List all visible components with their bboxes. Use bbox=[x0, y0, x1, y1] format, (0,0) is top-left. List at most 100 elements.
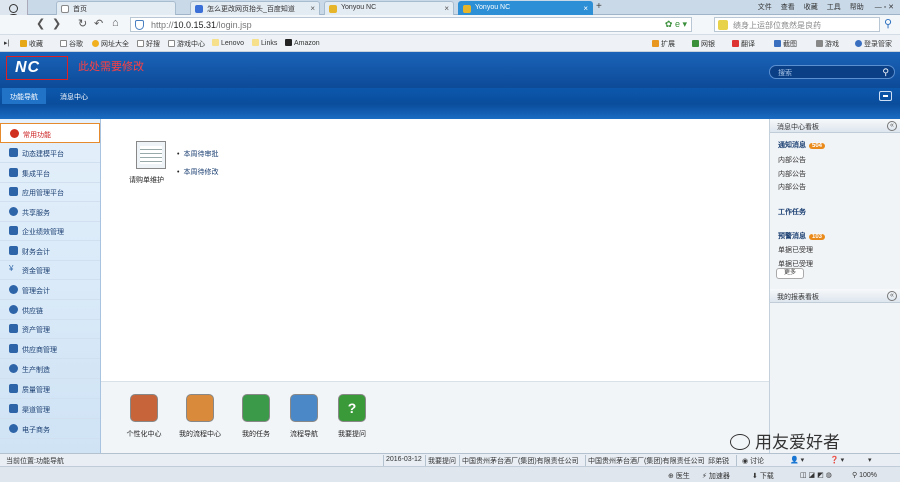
status-ask-link[interactable]: 我要提问 bbox=[428, 456, 456, 466]
bookmarks-bar: ▸| 收藏 谷歌 网址大全 好搜 游戏中心 Lenovo Links Amazo… bbox=[0, 35, 900, 52]
tile-caption[interactable]: 请购单维护 bbox=[129, 175, 164, 185]
sidebar-item-supplier-management[interactable]: 供应商管理 bbox=[0, 339, 100, 359]
window-icon bbox=[9, 187, 18, 196]
current-location: 当前位置:功能导航 bbox=[6, 458, 64, 465]
alert-messages-title[interactable]: 预警消息 103 bbox=[778, 231, 826, 241]
cycle-icon bbox=[9, 305, 18, 314]
accelerator-button[interactable]: ⚡ 加速器 bbox=[702, 471, 730, 481]
bookmark-favorites[interactable]: 收藏 bbox=[20, 39, 43, 49]
notice-item[interactable]: 内部公告 bbox=[778, 169, 806, 179]
nc-search-input[interactable]: 搜索 ⚲ bbox=[769, 65, 895, 79]
notice-messages-title[interactable]: 通知消息 504 bbox=[778, 140, 826, 150]
bookmark-online-banking[interactable]: 网银 bbox=[692, 39, 715, 49]
quick-my-workflow[interactable]: 我的流程中心 bbox=[175, 394, 225, 439]
user-menu-icon[interactable]: 👤 ▾ bbox=[790, 456, 804, 464]
forward-icon[interactable]: ❯ bbox=[52, 17, 61, 30]
sidebar-item-supply-chain[interactable]: 供应链 bbox=[0, 300, 100, 320]
sidebar-item-dynamic-modeling[interactable]: 动态建模平台 bbox=[0, 143, 100, 163]
tab-home[interactable]: 首页 bbox=[56, 1, 176, 15]
download-button[interactable]: ⬇ 下载 bbox=[752, 471, 774, 481]
tab-baidu-zhidao[interactable]: 怎么更改网页抬头_百度知道 × bbox=[190, 1, 320, 15]
sidebar-item-common-functions[interactable]: 常用功能 bbox=[0, 123, 100, 143]
quick-process-navigation[interactable]: 流程导航 bbox=[279, 394, 329, 439]
sidebar-item-channel-management[interactable]: 渠道管理 bbox=[0, 399, 100, 419]
discuss-button[interactable]: ◉ 讨论 bbox=[742, 456, 764, 466]
quick-my-tasks[interactable]: 我的任务 bbox=[231, 394, 281, 439]
more-button[interactable]: 更多 bbox=[776, 268, 804, 279]
tab-yonyou-nc[interactable]: Yonyou NC × bbox=[324, 1, 454, 15]
bookmark-lenovo[interactable]: Lenovo bbox=[212, 39, 244, 47]
sidebar-item-treasury[interactable]: ¥ 资金管理 bbox=[0, 260, 100, 280]
quick-access-bar: 个性化中心 我的流程中心 我的任务 流程导航 ? 我要提问 bbox=[101, 381, 769, 453]
menu-view[interactable]: 查看 bbox=[781, 4, 795, 11]
work-tasks-title[interactable]: 工作任务 bbox=[778, 207, 806, 217]
browser-tab-strip: 首页 怎么更改网页抬头_百度知道 × Yonyou NC × Yonyou NC × … bbox=[0, 0, 900, 27]
bookmark-game-center[interactable]: 游戏中心 bbox=[168, 39, 205, 49]
bookmark-haosou[interactable]: 好搜 bbox=[137, 39, 160, 49]
new-tab-button[interactable]: + bbox=[596, 1, 602, 12]
bookmark-links[interactable]: Links bbox=[252, 39, 277, 47]
sidebar-item-performance-management[interactable]: 企业绩效管理 bbox=[0, 221, 100, 241]
sidebar-item-integration-platform[interactable]: 集成平台 bbox=[0, 163, 100, 183]
home-icon[interactable]: ⌂ bbox=[112, 17, 119, 29]
alert-item[interactable]: 单据已受理 bbox=[778, 245, 813, 255]
bookmark-translate[interactable]: 翻译 bbox=[732, 39, 755, 49]
sidebar-item-application-management[interactable]: 应用管理平台 bbox=[0, 182, 100, 202]
tray-icons[interactable]: ◫ ◪ ◩ ◍ bbox=[800, 471, 832, 479]
bookmark-google[interactable]: 谷歌 bbox=[60, 39, 83, 49]
sidebar-item-shared-services[interactable]: 共享服务 bbox=[0, 202, 100, 222]
more-menu-icon[interactable]: ▾ bbox=[868, 456, 872, 464]
back-icon[interactable]: ❮ bbox=[36, 17, 45, 30]
close-tab-icon[interactable]: × bbox=[583, 4, 588, 13]
collapse-panel-icon[interactable]: « bbox=[887, 291, 897, 301]
link-pending-modification[interactable]: 本周待修改 bbox=[177, 167, 218, 177]
tab-function-navigation[interactable]: 功能导航 bbox=[2, 88, 46, 104]
security-shield-icon bbox=[135, 20, 144, 30]
sidebar-item-financial-accounting[interactable]: 财务会计 bbox=[0, 241, 100, 261]
purchase-request-icon[interactable] bbox=[136, 141, 166, 169]
search-icon[interactable]: ⚲ bbox=[884, 17, 892, 30]
undo-icon[interactable]: ↶ bbox=[94, 17, 103, 30]
refresh-icon[interactable]: ↻ bbox=[78, 17, 87, 30]
link-pending-approval[interactable]: 本周待审批 bbox=[177, 149, 218, 159]
doctor-button[interactable]: ⊕ 医生 bbox=[668, 471, 690, 481]
tab-yonyou-nc-active[interactable]: Yonyou NC × bbox=[458, 1, 593, 15]
sidebar-item-asset-management[interactable]: 资产管理 bbox=[0, 319, 100, 339]
zoom-level[interactable]: ⚲ 100% bbox=[852, 471, 877, 479]
menu-favorites[interactable]: 收藏 bbox=[804, 4, 818, 11]
sidebar-item-quality-management[interactable]: 质量管理 bbox=[0, 379, 100, 399]
yonyou-icon bbox=[329, 5, 337, 13]
search-icon[interactable]: ⚲ bbox=[882, 67, 889, 78]
bookmark-games[interactable]: 游戏 bbox=[816, 39, 839, 49]
window-controls[interactable]: — ▫ ✕ bbox=[875, 4, 894, 11]
tab-message-center[interactable]: 消息中心 bbox=[52, 88, 96, 104]
ledger-icon bbox=[9, 246, 18, 255]
status-group: 中国贵州茅台酒厂(集团)有限责任公司 bbox=[588, 458, 705, 465]
sidebar-item-manufacturing[interactable]: 生产制造 bbox=[0, 359, 100, 379]
close-tab-icon[interactable]: × bbox=[310, 4, 315, 13]
bookmark-amazon[interactable]: Amazon bbox=[285, 39, 320, 47]
quick-personalization-center[interactable]: 个性化中心 bbox=[119, 394, 169, 439]
notice-item[interactable]: 内部公告 bbox=[778, 182, 806, 192]
sidebar-item-management-accounting[interactable]: 管理会计 bbox=[0, 280, 100, 300]
menu-file[interactable]: 文件 bbox=[758, 4, 772, 11]
url-input[interactable]: http://10.0.15.31/login.jsp ✿ e ▾ bbox=[130, 17, 692, 32]
menu-tools[interactable]: 工具 bbox=[827, 4, 841, 11]
notice-item[interactable]: 内部公告 bbox=[778, 155, 806, 165]
help-menu-icon[interactable]: ❓ ▾ bbox=[830, 456, 844, 464]
browser-search-input[interactable]: 绩身上运部位竟然是良药 bbox=[714, 17, 880, 32]
quick-ask-question[interactable]: ? 我要提问 bbox=[327, 394, 377, 439]
bookmark-screenshot[interactable]: 截图 bbox=[774, 39, 797, 49]
nav-band bbox=[0, 104, 900, 119]
collapse-panel-icon[interactable]: « bbox=[887, 121, 897, 131]
bookmark-extensions[interactable]: 扩展 bbox=[652, 39, 675, 49]
sidebar-item-e-commerce[interactable]: 电子商务 bbox=[0, 419, 100, 439]
menu-help[interactable]: 帮助 bbox=[850, 4, 864, 11]
bookmark-toggle-icon[interactable]: ▸| bbox=[4, 39, 9, 47]
baidu-icon bbox=[195, 5, 203, 13]
collapse-header-icon[interactable] bbox=[879, 91, 892, 101]
bookmark-site-directory[interactable]: 网址大全 bbox=[92, 39, 129, 49]
bookmark-login-manager[interactable]: 登录管家 bbox=[855, 39, 892, 49]
close-tab-icon[interactable]: × bbox=[444, 4, 449, 13]
ie-compat-icon[interactable]: ✿ e ▾ bbox=[665, 19, 687, 30]
